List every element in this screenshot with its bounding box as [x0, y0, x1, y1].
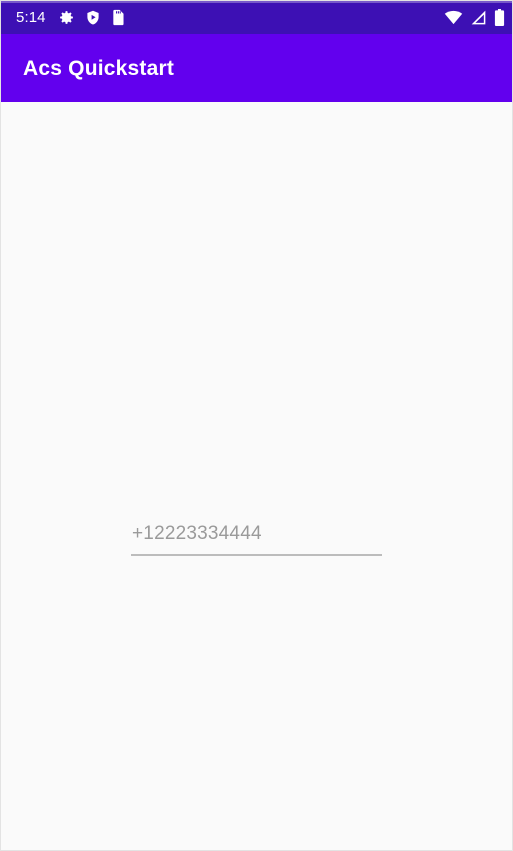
status-bar-clock: 5:14 [16, 9, 46, 26]
main-content-area: CALL [1, 102, 512, 850]
sd-card-icon [111, 9, 125, 26]
wifi-icon [444, 10, 463, 25]
shield-play-icon [85, 9, 101, 26]
battery-icon [494, 9, 505, 26]
phone-number-field-container [131, 520, 382, 556]
app-bar-title: Acs Quickstart [23, 56, 175, 80]
cellular-signal-icon [470, 10, 487, 25]
android-device-screen: 5:14 Acs Quickstart +12223334444 [0, 0, 513, 851]
status-bar: 5:14 [1, 1, 512, 34]
settings-gear-icon [58, 9, 75, 26]
status-bar-left-group: 5:14 [10, 9, 125, 26]
app-bar: Acs Quickstart [1, 34, 512, 102]
status-bar-right-group [444, 9, 505, 26]
phone-number-input[interactable] [131, 520, 382, 556]
